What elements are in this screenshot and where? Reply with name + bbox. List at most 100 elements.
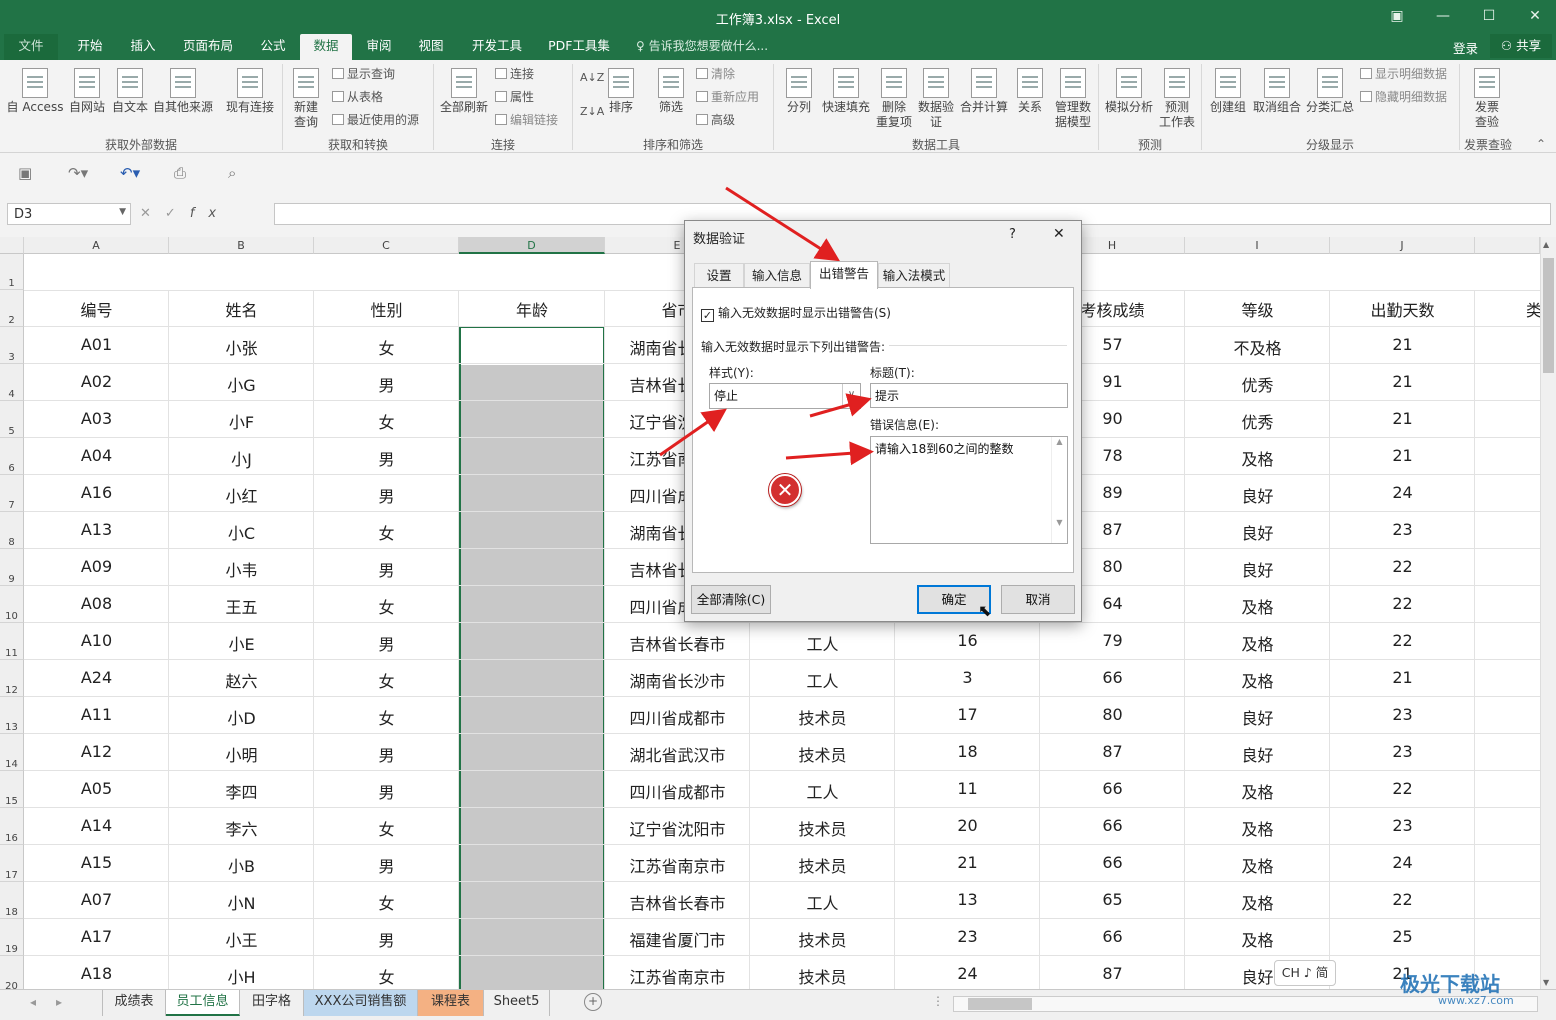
table-cell-i[interactable]: 及格 xyxy=(1185,631,1330,655)
table-cell-j[interactable]: 23 xyxy=(1330,705,1475,724)
table-cell-b[interactable]: 小王 xyxy=(169,927,314,951)
table-cell-i[interactable]: 及格 xyxy=(1185,816,1330,840)
sheet-tab-grid[interactable]: 田字格 xyxy=(240,990,304,1016)
cancel-formula-icon[interactable]: ✕ xyxy=(140,206,165,221)
table-cell-b[interactable]: 赵六 xyxy=(169,668,314,692)
table-cell-a[interactable]: A16 xyxy=(24,483,169,502)
table-cell-i[interactable]: 良好 xyxy=(1185,557,1330,581)
table-cell-c[interactable]: 男 xyxy=(314,853,459,877)
row-header-13[interactable]: 13 xyxy=(0,697,24,734)
scroll-down-icon[interactable]: ▼ xyxy=(1543,978,1549,987)
vertical-scroll-thumb[interactable] xyxy=(1543,258,1554,373)
table-cell-i[interactable]: 及格 xyxy=(1185,853,1330,877)
ime-indicator[interactable]: CH ♪ 简 xyxy=(1274,960,1336,986)
table-cell-c[interactable]: 男 xyxy=(314,927,459,951)
forecast-sheet-button[interactable]: 预测 工作表 xyxy=(1156,68,1198,130)
table-cell-c[interactable]: 女 xyxy=(314,705,459,729)
subtotal-button[interactable]: 分类汇总 xyxy=(1304,68,1356,115)
table-cell-c[interactable]: 男 xyxy=(314,372,459,396)
table-cell-j[interactable]: 22 xyxy=(1330,594,1475,613)
row-header-7[interactable]: 7 xyxy=(0,475,24,512)
row-header-10[interactable]: 10 xyxy=(0,586,24,623)
row-header-8[interactable]: 8 xyxy=(0,512,24,549)
connections-button[interactable]: 连接 xyxy=(495,66,534,82)
table-cell-f[interactable]: 技术员 xyxy=(750,853,895,877)
table-cell-b[interactable]: 李六 xyxy=(169,816,314,840)
login-link[interactable]: 登录 xyxy=(1453,38,1478,57)
show-queries-button[interactable]: 显示查询 xyxy=(332,66,395,82)
column-header-c[interactable]: C xyxy=(314,237,459,254)
table-cell-h[interactable]: 66 xyxy=(1040,853,1185,872)
print-preview-icon[interactable]: ⎙ xyxy=(174,164,186,182)
table-cell-c[interactable]: 男 xyxy=(314,557,459,581)
column-header-b[interactable]: B xyxy=(169,237,314,254)
table-cell-b[interactable]: 小明 xyxy=(169,742,314,766)
table-cell-j[interactable]: 21 xyxy=(1330,409,1475,428)
table-cell-a[interactable]: A04 xyxy=(24,446,169,465)
table-cell-g[interactable]: 21 xyxy=(895,853,1040,872)
table-cell-e[interactable]: 吉林省长春市 xyxy=(605,631,750,655)
table-cell-g[interactable]: 24 xyxy=(895,964,1040,983)
table-cell-i[interactable]: 及格 xyxy=(1185,927,1330,951)
tab-error-alert[interactable]: 出错警告 xyxy=(810,261,878,289)
row-header-18[interactable]: 18 xyxy=(0,882,24,919)
table-cell-j[interactable]: 23 xyxy=(1330,816,1475,835)
tab-insert[interactable]: 插入 xyxy=(120,34,166,60)
table-cell-c[interactable]: 男 xyxy=(314,446,459,470)
clear-filter-button[interactable]: 清除 xyxy=(696,66,735,82)
table-cell-a[interactable]: A13 xyxy=(24,520,169,539)
table-cell-i[interactable]: 及格 xyxy=(1185,890,1330,914)
new-query-button[interactable]: 新建 查询 xyxy=(286,68,326,130)
table-cell-e[interactable]: 江苏省南京市 xyxy=(605,853,750,877)
add-sheet-icon[interactable]: + xyxy=(584,993,602,1011)
tab-ime-mode[interactable]: 输入法模式 xyxy=(878,263,950,288)
table-cell-g[interactable]: 13 xyxy=(895,890,1040,909)
table-cell-b[interactable]: 小E xyxy=(169,631,314,655)
redo-icon[interactable]: ↷▾ xyxy=(68,164,88,182)
tab-page-layout[interactable]: 页面布局 xyxy=(172,34,244,60)
table-cell-c[interactable]: 男 xyxy=(314,631,459,655)
table-cell-f[interactable]: 工人 xyxy=(750,779,895,803)
undo-icon[interactable]: ↶▾ xyxy=(120,164,140,182)
close-window-button[interactable]: ✕ xyxy=(1520,5,1550,27)
row-header-16[interactable]: 16 xyxy=(0,808,24,845)
table-cell-f[interactable]: 工人 xyxy=(750,890,895,914)
title-input[interactable]: 提示 xyxy=(870,383,1068,408)
row-header-3[interactable]: 3 xyxy=(0,327,24,364)
row-header-20[interactable]: 20 xyxy=(0,956,24,993)
table-cell-a[interactable]: A02 xyxy=(24,372,169,391)
table-cell-c[interactable]: 女 xyxy=(314,668,459,692)
table-cell-b[interactable]: 小C xyxy=(169,520,314,544)
relationships-button[interactable]: 关系 xyxy=(1012,68,1048,115)
table-cell-g[interactable]: 17 xyxy=(895,705,1040,724)
table-cell-i[interactable]: 及格 xyxy=(1185,594,1330,618)
table-cell-h[interactable]: 66 xyxy=(1040,927,1185,946)
row-header-15[interactable]: 15 xyxy=(0,771,24,808)
table-cell-c[interactable]: 女 xyxy=(314,335,459,359)
filter-button[interactable]: 筛选 xyxy=(652,68,690,115)
collapse-ribbon-icon[interactable]: ⌃ xyxy=(1536,136,1546,152)
table-cell-c[interactable]: 女 xyxy=(314,409,459,433)
table-cell-j[interactable]: 21 xyxy=(1330,335,1475,354)
column-header-d[interactable]: D xyxy=(459,237,605,254)
table-cell-e[interactable]: 辽宁省沈阳市 xyxy=(605,816,750,840)
table-cell-g[interactable]: 3 xyxy=(895,668,1040,687)
table-cell-c[interactable]: 女 xyxy=(314,816,459,840)
table-cell-h[interactable]: 87 xyxy=(1040,742,1185,761)
row-header-11[interactable]: 11 xyxy=(0,623,24,660)
table-cell-h[interactable]: 87 xyxy=(1040,964,1185,983)
sort-desc-icon[interactable]: Z↓A xyxy=(580,104,604,120)
table-cell-j[interactable]: 22 xyxy=(1330,779,1475,798)
tab-data[interactable]: 数据 xyxy=(300,34,352,60)
table-cell-i[interactable]: 及格 xyxy=(1185,779,1330,803)
hide-detail-button[interactable]: 隐藏明细数据 xyxy=(1360,89,1447,105)
table-cell-j[interactable]: 22 xyxy=(1330,557,1475,576)
table-cell-i[interactable]: 优秀 xyxy=(1185,372,1330,396)
table-cell-j[interactable]: 21 xyxy=(1330,668,1475,687)
reapply-button[interactable]: 重新应用 xyxy=(696,89,759,105)
column-header-k[interactable] xyxy=(1475,237,1540,254)
table-cell-a[interactable]: A03 xyxy=(24,409,169,428)
table-cell-j[interactable]: 21 xyxy=(1330,446,1475,465)
column-header-j[interactable]: J xyxy=(1330,237,1475,254)
table-cell-a[interactable]: A05 xyxy=(24,779,169,798)
